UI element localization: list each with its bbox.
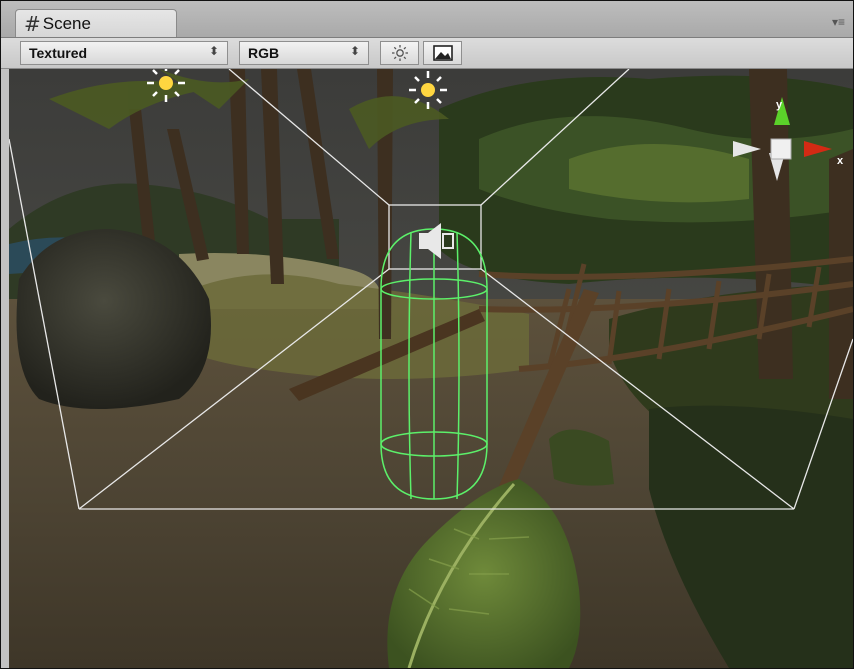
dropdown-arrow-icon: ⬍ [349, 44, 360, 58]
sun-icon [391, 45, 408, 61]
x-axis-arrow[interactable] [804, 141, 832, 157]
neg-x-axis-arrow[interactable] [733, 141, 761, 157]
orientation-gizmo[interactable] [727, 97, 853, 207]
panel-menu-icon[interactable]: ▾≡ [832, 15, 845, 29]
gizmo-center-cube[interactable] [770, 138, 792, 160]
tab-scene[interactable]: # Scene [15, 9, 177, 37]
scene-hash-icon: # [24, 11, 41, 36]
render-mode-dropdown[interactable]: Textured ⬍ [20, 41, 228, 65]
color-mode-dropdown[interactable]: RGB ⬍ [239, 41, 369, 65]
image-icon [432, 45, 453, 61]
scene-window: # Scene ▾≡ Textured ⬍ RGB ⬍ y x [0, 0, 854, 669]
x-axis-label: x [837, 155, 844, 167]
scene-toolbar: Textured ⬍ RGB ⬍ [1, 38, 853, 69]
color-mode-value: RGB [248, 45, 280, 61]
render-mode-value: Textured [29, 45, 88, 61]
scene-lighting-toggle[interactable] [380, 41, 419, 65]
y-axis-label: y [776, 99, 783, 111]
dropdown-arrow-icon: ⬍ [208, 44, 219, 58]
scene-fx-toggle[interactable] [423, 41, 462, 65]
tab-strip: # Scene ▾≡ [1, 1, 853, 38]
scene-viewport[interactable]: y x [9, 69, 853, 668]
tab-scene-label: Scene [42, 13, 91, 33]
